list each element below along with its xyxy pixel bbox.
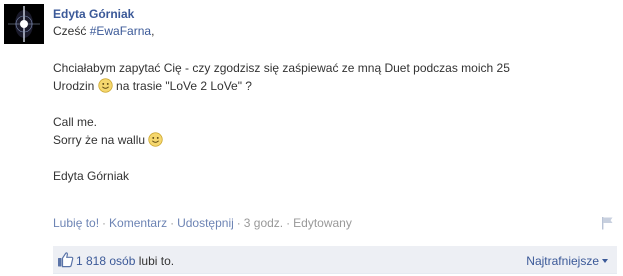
- greeting-suffix: ,: [151, 24, 155, 38]
- call-me-line: Call me.: [53, 115, 98, 129]
- separator: ·: [170, 216, 175, 230]
- sorry-text: Sorry że na wallu: [53, 133, 149, 147]
- body-line-2-end: na trasie "LoVe 2 LoVe" ?: [112, 79, 252, 93]
- greeting-line: Cześć #EwaFarna,: [53, 22, 617, 40]
- greeting-text: Cześć: [53, 24, 90, 38]
- closing-paragraph: Call me. Sorry że na wallu: [53, 113, 617, 149]
- post-actions: Lubię to! · Komentarz · Udostępnij · 3 godz. · E…: [53, 215, 352, 231]
- sorry-line: Sorry że na wallu: [53, 131, 617, 149]
- separator: ·: [286, 216, 291, 230]
- likes-bar: 1 818 osób lubi to. Najtrafniejsze: [53, 246, 617, 274]
- flag-icon[interactable]: [600, 216, 614, 230]
- author-name-link[interactable]: Edyta Górniak: [53, 6, 134, 22]
- likes-summary: 1 818 osób lubi to.: [76, 253, 174, 269]
- author-avatar[interactable]: [4, 4, 44, 44]
- body-line-2: Urodzin na trasie "LoVe 2 LoVe" ?: [53, 77, 617, 95]
- smiley-icon: [148, 132, 163, 147]
- wall-post: Edyta Górniak Cześć #EwaFarna, Chciałaby…: [0, 0, 623, 276]
- smiley-icon: [98, 78, 113, 93]
- avatar-image: [4, 4, 44, 44]
- separator: ·: [102, 216, 107, 230]
- separator: ·: [236, 216, 241, 230]
- likes-count-link[interactable]: 1 818 osób: [76, 254, 135, 268]
- edited-label[interactable]: Edytowany: [293, 216, 352, 230]
- thumbs-up-icon: [58, 252, 74, 268]
- like-link[interactable]: Lubię to!: [53, 216, 99, 230]
- hashtag-link[interactable]: #EwaFarna: [90, 24, 151, 38]
- body-line-2-start: Urodzin: [53, 79, 98, 93]
- comment-link[interactable]: Komentarz: [109, 216, 167, 230]
- timestamp-link[interactable]: 3 godz.: [244, 216, 283, 230]
- post-content: Edyta Górniak Cześć #EwaFarna, Chciałaby…: [53, 6, 617, 185]
- likes-suffix: lubi to.: [135, 254, 175, 268]
- sort-dropdown[interactable]: Najtrafniejsze: [526, 253, 608, 269]
- post-body-paragraph: Chciałabym zapytać Cię - czy zgodzisz si…: [53, 59, 617, 95]
- sort-label: Najtrafniejsze: [526, 254, 599, 268]
- share-link[interactable]: Udostępnij: [177, 216, 234, 230]
- caret-down-icon: [602, 259, 608, 263]
- signature: Edyta Górniak: [53, 169, 130, 183]
- body-line-1: Chciałabym zapytać Cię - czy zgodzisz si…: [53, 61, 510, 75]
